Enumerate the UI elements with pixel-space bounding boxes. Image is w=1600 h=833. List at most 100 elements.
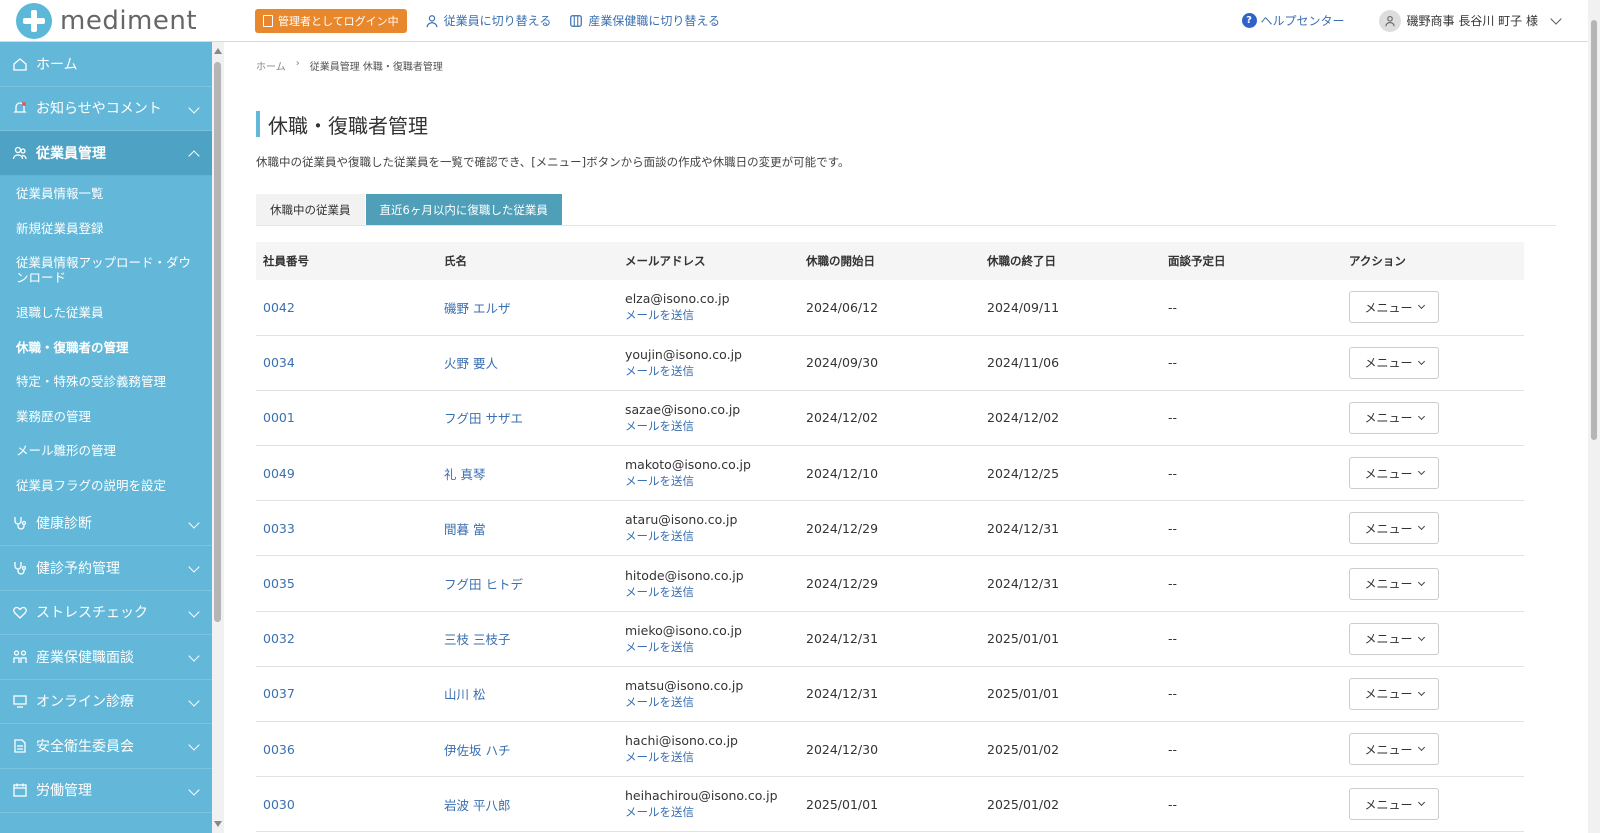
- submenu-employee-flags[interactable]: 従業員フラグの説明を設定: [0, 467, 212, 502]
- employee-id-link[interactable]: 0037: [256, 666, 437, 723]
- sidebar-item-label: 健診予約管理: [36, 560, 120, 577]
- switch-to-health-staff-label: 産業保健職に切り替える: [588, 14, 720, 28]
- submenu-special-exam[interactable]: 特定・特殊の受診義務管理: [0, 364, 212, 399]
- help-center-link[interactable]: ? ヘルプセンター: [1241, 12, 1345, 29]
- employee-name-link[interactable]: 伊佐坂 ハチ: [437, 721, 618, 778]
- page-scrollbar[interactable]: [1588, 0, 1600, 833]
- send-mail-link[interactable]: メールを送信: [625, 473, 799, 489]
- send-mail-link[interactable]: メールを送信: [625, 418, 799, 434]
- sidebar-item-home[interactable]: ホーム: [0, 42, 212, 87]
- tab-on-leave[interactable]: 休職中の従業員: [256, 194, 365, 225]
- submenu-mail-templates[interactable]: メール雛形の管理: [0, 433, 212, 468]
- sidebar-item-stress-check[interactable]: ストレスチェック: [0, 591, 212, 635]
- employee-id-link[interactable]: 0032: [256, 611, 437, 667]
- table-row: 0042 磯野 エルザ elza@isono.co.jp メールを送信 2024/06/…: [256, 280, 1524, 336]
- menu-button[interactable]: メニュー: [1349, 401, 1439, 434]
- employee-name-link[interactable]: 火野 要人: [437, 335, 618, 391]
- breadcrumb-home[interactable]: ホーム: [256, 58, 286, 73]
- menu-button-label: メニュー: [1364, 797, 1413, 812]
- employee-id-link[interactable]: 0034: [256, 335, 437, 391]
- chevron-down-icon: [1417, 799, 1425, 807]
- action-cell: メニュー: [1342, 445, 1524, 502]
- switch-to-employee-link[interactable]: 従業員に切り替える: [425, 12, 551, 29]
- employee-id-link[interactable]: 0001: [256, 390, 437, 447]
- page-scroll-thumb[interactable]: [1591, 20, 1597, 440]
- people-icon: [12, 145, 28, 161]
- employee-id-link[interactable]: 0042: [256, 280, 437, 336]
- employee-name-link[interactable]: 岩波 平八郎: [437, 776, 618, 833]
- employee-name-link[interactable]: 間暮 當: [437, 500, 618, 557]
- chevron-down-icon: [188, 605, 200, 618]
- sidebar-item-label: ストレスチェック: [36, 605, 148, 622]
- submenu-upload-download[interactable]: 従業員情報アップロード・ダウンロード: [0, 245, 212, 295]
- email-address: youjin@isono.co.jp: [625, 346, 742, 362]
- submenu-employee-list[interactable]: 従業員情報一覧: [0, 176, 212, 211]
- sidebar-item-label: 健康診断: [36, 516, 92, 533]
- sidebar-item-safety-committee[interactable]: 安全衛生委員会: [0, 724, 212, 769]
- sidebar-item-online-consultation[interactable]: オンライン診療: [0, 680, 212, 724]
- switch-to-health-staff-link[interactable]: 産業保健職に切り替える: [569, 12, 720, 29]
- employee-name-link[interactable]: フグ田 サザエ: [437, 390, 618, 447]
- menu-button[interactable]: メニュー: [1349, 346, 1439, 379]
- logo[interactable]: mediment: [16, 2, 250, 39]
- send-mail-link[interactable]: メールを送信: [625, 639, 799, 655]
- menu-button-label: メニュー: [1364, 742, 1413, 757]
- sidebar-item-notifications[interactable]: お知らせやコメント: [0, 87, 212, 131]
- submenu-new-employee[interactable]: 新規従業員登録: [0, 210, 212, 245]
- chevron-down-icon: [1417, 468, 1425, 476]
- email-cell: hachi@isono.co.jp メールを送信: [618, 721, 799, 778]
- sidebar-item-labor-management[interactable]: 労働管理: [0, 769, 212, 813]
- menu-button[interactable]: メニュー: [1349, 291, 1439, 324]
- sidebar-item-label: 産業保健職面談: [36, 649, 134, 666]
- sidebar-item-checkup-reservation[interactable]: 健診予約管理: [0, 546, 212, 591]
- leave-end-date: 2024/12/25: [980, 445, 1161, 502]
- send-mail-link[interactable]: メールを送信: [625, 804, 799, 820]
- submenu-work-history[interactable]: 業務歴の管理: [0, 398, 212, 433]
- tab-recently-returned[interactable]: 直近6ヶ月以内に復職した従業員: [365, 194, 562, 225]
- leave-end-date: 2025/01/01: [980, 611, 1161, 667]
- menu-button[interactable]: メニュー: [1349, 457, 1439, 490]
- employee-name-link[interactable]: 磯野 エルザ: [437, 280, 618, 336]
- submenu-leave-management[interactable]: 休職・復職者の管理: [0, 329, 212, 364]
- column-header: アクション: [1342, 242, 1524, 280]
- building-icon: [263, 14, 273, 27]
- menu-button[interactable]: メニュー: [1349, 567, 1439, 600]
- help-icon: ?: [1241, 13, 1257, 28]
- sidebar-item-health-check[interactable]: 健康診断: [0, 502, 212, 546]
- email-cell: matsu@isono.co.jp メールを送信: [618, 666, 799, 723]
- employee-id-link[interactable]: 0049: [256, 445, 437, 502]
- employee-id-link[interactable]: 0033: [256, 500, 437, 557]
- menu-button[interactable]: メニュー: [1349, 733, 1439, 766]
- scroll-down-arrow-icon[interactable]: [214, 821, 222, 827]
- sidebar-item-health-staff-meeting[interactable]: 産業保健職面談: [0, 635, 212, 680]
- sidebar-item-employee-management[interactable]: 従業員管理: [0, 131, 212, 176]
- employee-name-link[interactable]: 三枝 三枝子: [437, 611, 618, 667]
- send-mail-link[interactable]: メールを送信: [625, 528, 799, 544]
- menu-button[interactable]: メニュー: [1349, 788, 1439, 821]
- employee-id-link[interactable]: 0036: [256, 721, 437, 778]
- send-mail-link[interactable]: メールを送信: [625, 694, 799, 710]
- employee-name-link[interactable]: 山川 松: [437, 666, 618, 723]
- column-header: 社員番号: [256, 242, 437, 280]
- menu-button[interactable]: メニュー: [1349, 512, 1439, 545]
- sidebar-scrollbar[interactable]: [212, 42, 224, 833]
- menu-button[interactable]: メニュー: [1349, 677, 1439, 710]
- action-cell: メニュー: [1342, 721, 1524, 778]
- employee-name-link[interactable]: 礼 真琴: [437, 445, 618, 502]
- submenu-retired-employees[interactable]: 退職した従業員: [0, 295, 212, 330]
- send-mail-link[interactable]: メールを送信: [625, 749, 799, 765]
- menu-button[interactable]: メニュー: [1349, 622, 1439, 655]
- scroll-up-arrow-icon[interactable]: [214, 48, 222, 54]
- sidebar-scroll-thumb[interactable]: [214, 62, 221, 622]
- send-mail-link[interactable]: メールを送信: [625, 363, 799, 379]
- employee-id-link[interactable]: 0035: [256, 555, 437, 612]
- employee-name-link[interactable]: フグ田 ヒトデ: [437, 555, 618, 612]
- interview-date: --: [1161, 445, 1342, 502]
- employee-id-link[interactable]: 0030: [256, 776, 437, 833]
- user-menu[interactable]: 磯野商事 長谷川 町子 様: [1378, 9, 1562, 32]
- send-mail-link[interactable]: メールを送信: [625, 584, 799, 600]
- stethoscope-icon: [12, 515, 28, 531]
- leave-start-date: 2024/09/30: [799, 335, 980, 391]
- send-mail-link[interactable]: メールを送信: [625, 307, 799, 323]
- chevron-down-icon: [1417, 744, 1425, 752]
